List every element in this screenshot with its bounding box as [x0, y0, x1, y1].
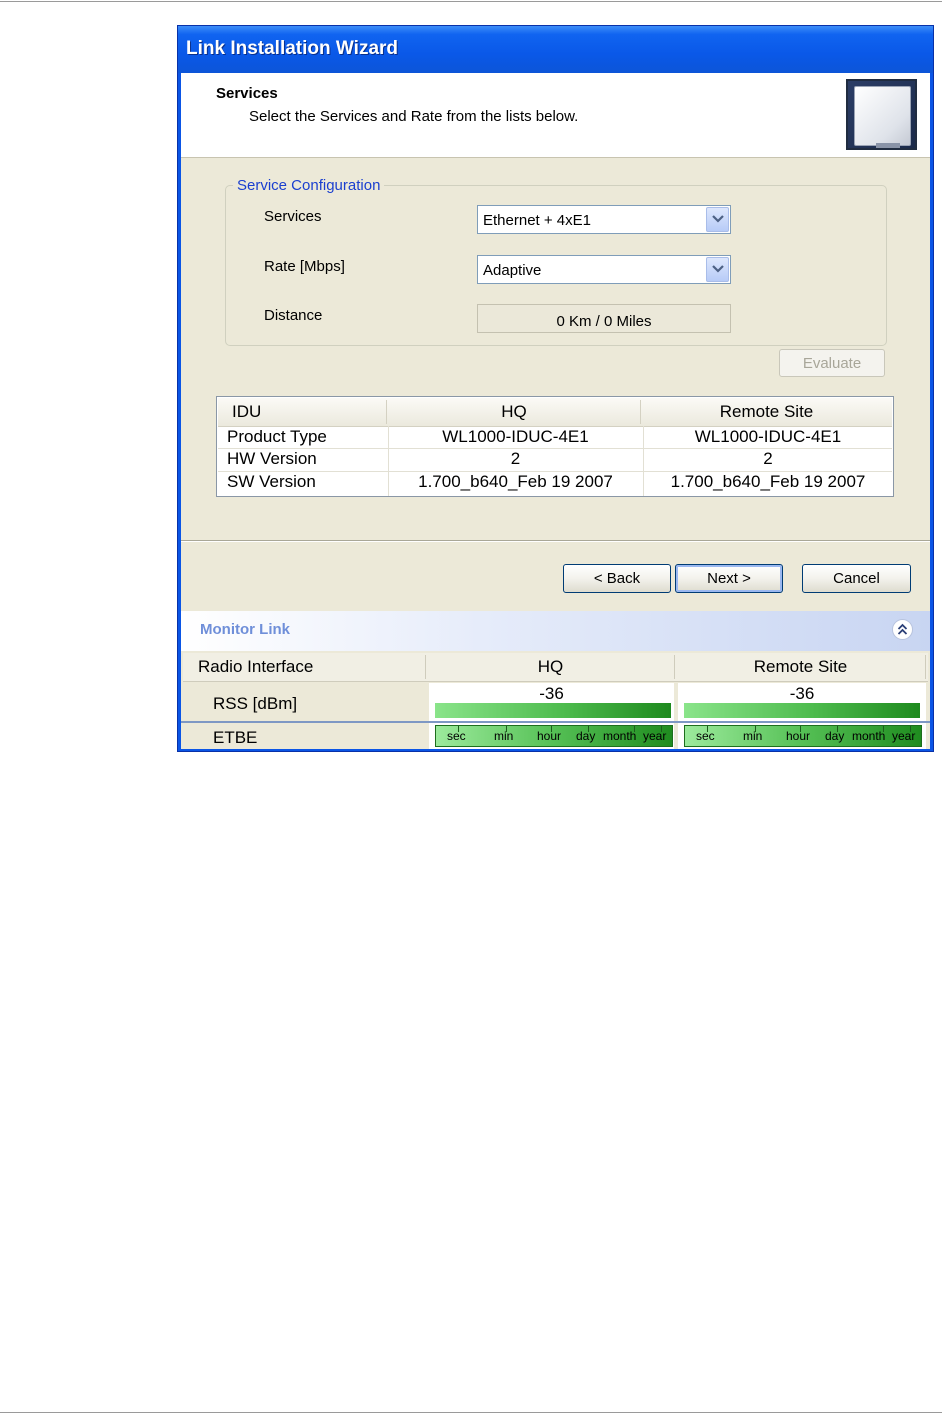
evaluate-button-label: Evaluate — [802, 355, 862, 372]
rate-value: Adaptive — [483, 262, 542, 279]
dropdown-arrow-icon[interactable] — [706, 207, 729, 232]
etbe-scale-hour: hour — [786, 729, 811, 743]
column-header-hq[interactable]: HQ — [386, 401, 642, 423]
etbe-hq-bar: sec min hour day month year — [435, 725, 673, 747]
cancel-button-label: Cancel — [833, 570, 880, 587]
services-label: Services — [264, 208, 322, 225]
services-value: Ethernet + 4xE1 — [483, 212, 591, 229]
window-title: Link Installation Wizard — [186, 38, 399, 59]
table-cell: 1.700_b640_Feb 19 2007 — [418, 472, 613, 491]
wizard-header: Services Select the Services and Rate fr… — [181, 73, 930, 158]
service-configuration-legend: Service Configuration — [233, 177, 385, 194]
rss-hq-value: -36 — [539, 684, 564, 703]
rate-dropdown[interactable]: Adaptive — [477, 255, 731, 284]
etbe-scale-year: year — [643, 729, 667, 743]
etbe-hq-cell: sec min hour day month year — [429, 723, 674, 749]
table-cell: 2 — [510, 449, 521, 468]
distance-label: Distance — [264, 307, 323, 324]
antenna-panel-icon — [846, 79, 917, 150]
page-bottom-rule — [0, 1412, 942, 1413]
etbe-scale-day: day — [825, 729, 845, 743]
rss-hq-bar — [435, 703, 671, 718]
etbe-scale-day: day — [576, 729, 596, 743]
column-header-hq: HQ — [537, 657, 564, 676]
back-button[interactable]: < Back — [563, 564, 671, 593]
services-dropdown[interactable]: Ethernet + 4xE1 — [477, 205, 731, 234]
etbe-remote-cell: sec min hour day month year — [678, 723, 926, 749]
link-installation-wizard-window: Link Installation Wizard Services Select… — [177, 25, 934, 752]
wizard-client-area: Services Select the Services and Rate fr… — [181, 73, 930, 749]
evaluate-button[interactable]: Evaluate — [779, 349, 885, 377]
rss-label: RSS [dBm] — [213, 694, 298, 713]
etbe-scale-year: year — [892, 729, 916, 743]
table-cell: Product Type — [227, 427, 327, 446]
idu-table: IDU HQ Remote Site Product Type WL1000-I… — [216, 396, 894, 497]
etbe-scale-min: min — [743, 729, 763, 743]
etbe-scale-month: month — [852, 729, 886, 743]
monitor-link-title: Monitor Link — [200, 621, 290, 638]
back-button-label: < Back — [593, 570, 641, 587]
table-cell: HW Version — [227, 449, 317, 468]
rss-remote-bar — [684, 703, 920, 718]
distance-value: 0 Km / 0 Miles — [556, 313, 652, 330]
dropdown-arrow-icon[interactable] — [706, 257, 729, 282]
page-top-rule — [0, 1, 942, 2]
etbe-label: ETBE — [213, 728, 258, 747]
etbe-scale-month: month — [603, 729, 637, 743]
rate-label: Rate [Mbps] — [264, 258, 345, 275]
etbe-remote-bar: sec min hour day month year — [684, 725, 922, 747]
page-subtitle: Select the Services and Rate from the li… — [249, 108, 579, 125]
next-button[interactable]: Next > — [675, 564, 783, 593]
collapse-chevron-icon[interactable] — [892, 619, 913, 640]
monitor-link-header[interactable]: Monitor Link — [181, 611, 930, 651]
distance-field: 0 Km / 0 Miles — [477, 304, 731, 333]
rss-remote-cell: -36 — [678, 683, 926, 721]
etbe-scale-min: min — [494, 729, 514, 743]
cancel-button[interactable]: Cancel — [802, 564, 911, 593]
etbe-scale-sec: sec — [447, 729, 466, 743]
etbe-scale-sec: sec — [696, 729, 715, 743]
monitor-link-panel: Radio Interface HQ Remote Site RSS [dBm]… — [181, 651, 930, 749]
page-title: Services — [216, 85, 278, 102]
table-cell: WL1000-IDUC-4E1 — [694, 427, 842, 446]
column-header-idu[interactable]: IDU — [232, 401, 261, 423]
etbe-scale-hour: hour — [537, 729, 562, 743]
rss-remote-value: -36 — [789, 684, 815, 703]
rss-hq-cell: -36 — [429, 683, 674, 721]
column-header-remote-site: Remote Site — [753, 657, 848, 676]
next-button-label: Next > — [707, 570, 751, 587]
table-cell: SW Version — [227, 472, 316, 491]
table-cell: WL1000-IDUC-4E1 — [442, 427, 589, 446]
column-header-remote-site[interactable]: Remote Site — [640, 401, 893, 423]
table-cell: 1.700_b640_Feb 19 2007 — [670, 472, 866, 491]
column-header-radio-interface: Radio Interface — [198, 657, 314, 676]
table-cell: 2 — [763, 449, 773, 468]
title-bar[interactable]: Link Installation Wizard — [178, 26, 933, 73]
